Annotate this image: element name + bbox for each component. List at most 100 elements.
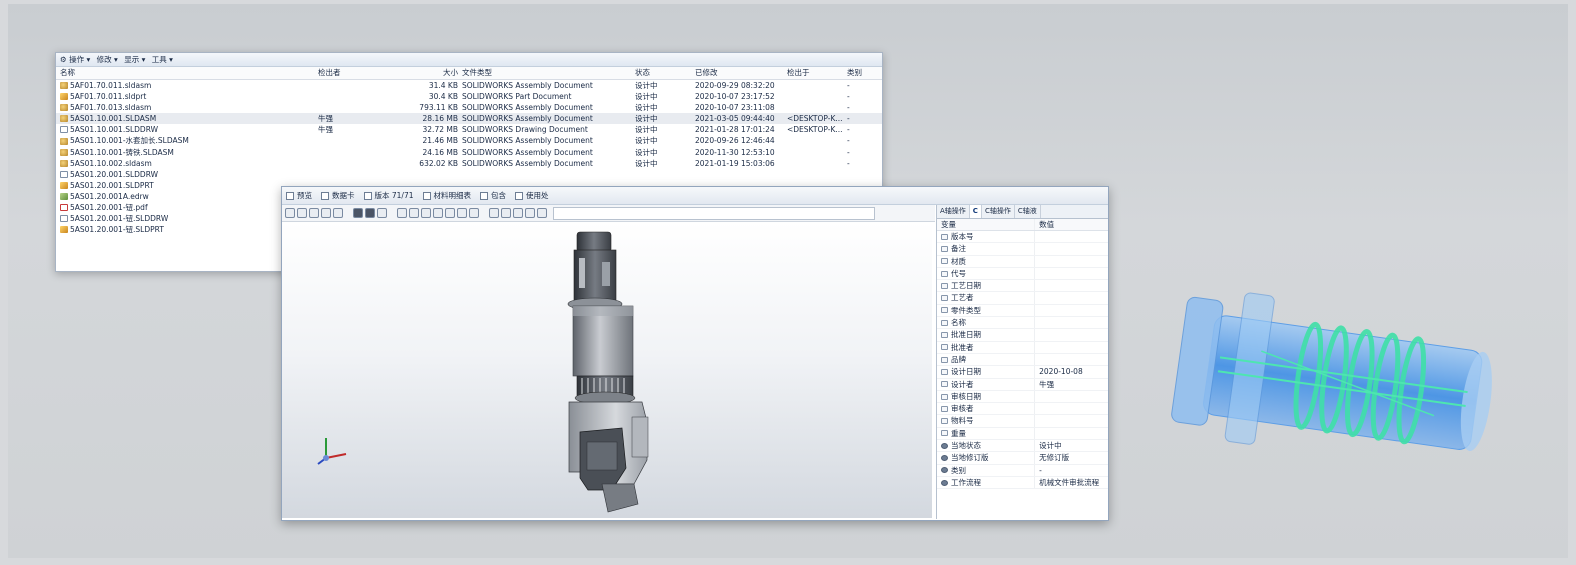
file-checked-out-to	[787, 147, 847, 158]
pen-icon[interactable]	[537, 208, 547, 218]
property-row[interactable]: 工艺者	[937, 292, 1108, 305]
file-row[interactable]: 5AS01.10.001-水套加长.SLDASM 21.46 MB SOLIDWOR…	[56, 135, 882, 146]
view-back-icon[interactable]	[409, 208, 419, 218]
file-row[interactable]: 5AS01.10.001-铸铁.SLDASM 24.16 MB SOLIDWORKS…	[56, 147, 882, 158]
file-category: -	[847, 136, 850, 146]
markup-icon[interactable]	[525, 208, 535, 218]
column-checked-out-by[interactable]: 检出者	[318, 67, 382, 79]
property-row[interactable]: 设计日期 2020-10-08	[937, 366, 1108, 379]
configuration-dropdown[interactable]	[553, 206, 875, 220]
property-value[interactable]	[1035, 292, 1108, 303]
file-row[interactable]: 5AS01.10.002.sldasm 632.02 KB SOLIDWORKS A…	[56, 158, 882, 169]
tab-c[interactable]: C	[969, 205, 982, 218]
property-value[interactable]: -	[1035, 465, 1108, 476]
property-value[interactable]	[1035, 342, 1108, 353]
tab-bom[interactable]: 材料明细表	[422, 190, 471, 201]
property-value[interactable]	[1035, 403, 1108, 414]
property-value[interactable]	[1035, 329, 1108, 340]
view-front-icon[interactable]	[397, 208, 407, 218]
property-row[interactable]: 审核者	[937, 403, 1108, 416]
view-iso-icon[interactable]	[469, 208, 479, 218]
property-value[interactable]	[1035, 317, 1108, 328]
file-row[interactable]: 5AS01.20.001.SLDDRW	[56, 169, 882, 180]
zoom-fit-icon[interactable]	[285, 208, 295, 218]
column-size[interactable]: 大小	[382, 67, 462, 79]
property-row[interactable]: 批准者	[937, 341, 1108, 354]
column-state[interactable]: 状态	[635, 67, 695, 79]
property-value[interactable]	[1035, 280, 1108, 291]
tab-preview[interactable]: 预览	[286, 190, 312, 201]
property-value[interactable]	[1035, 256, 1108, 267]
column-checked-out-to[interactable]: 检出于	[787, 67, 847, 79]
property-row[interactable]: 名称	[937, 317, 1108, 330]
file-checked-out-by: 牛强	[318, 114, 333, 124]
property-row[interactable]: 当地修订版 无修订版	[937, 452, 1108, 465]
property-row[interactable]: 版本号	[937, 231, 1108, 244]
property-value[interactable]	[1035, 391, 1108, 402]
view-left-icon[interactable]	[421, 208, 431, 218]
menu-display[interactable]: 显示 ▾	[124, 55, 145, 64]
property-value[interactable]	[1035, 231, 1108, 242]
menu-operations[interactable]: ⚙ 操作 ▾	[60, 55, 90, 64]
view-bottom-icon[interactable]	[457, 208, 467, 218]
column-category[interactable]: 类别	[847, 67, 877, 79]
property-row[interactable]: 审核日期	[937, 390, 1108, 404]
tab-a-axis[interactable]: A轴操作	[937, 205, 970, 218]
property-row[interactable]: 材质	[937, 255, 1108, 268]
property-value[interactable]: 机械文件审批流程	[1035, 477, 1108, 488]
view-top-icon[interactable]	[445, 208, 455, 218]
tab-contains[interactable]: 包含	[480, 190, 506, 201]
tab-datacard[interactable]: 数据卡	[321, 190, 355, 201]
file-row[interactable]: 5AS01.10.001.SLDASM 牛强 28.16 MB SOLIDWORKS …	[56, 113, 882, 125]
column-name[interactable]: 名称	[56, 67, 318, 79]
tab-c-axis[interactable]: C轴操作	[982, 205, 1015, 218]
property-row[interactable]: 备注	[937, 243, 1108, 256]
property-row[interactable]: 批准日期	[937, 329, 1108, 342]
property-value[interactable]: 设计中	[1035, 440, 1108, 451]
property-row[interactable]: 当地状态 设计中	[937, 440, 1108, 453]
property-value[interactable]: 牛强	[1035, 379, 1108, 390]
property-row[interactable]: 物料号	[937, 415, 1108, 428]
zoom-in-out-icon[interactable]	[309, 208, 319, 218]
property-value[interactable]	[1035, 268, 1108, 279]
explode-icon[interactable]	[513, 208, 523, 218]
property-row[interactable]: 品牌	[937, 353, 1108, 367]
property-row[interactable]: 类别 -	[937, 464, 1108, 477]
rotate-icon[interactable]	[321, 208, 331, 218]
view-right-icon[interactable]	[433, 208, 443, 218]
menu-modify[interactable]: 修改 ▾	[97, 55, 118, 64]
3d-viewport[interactable]	[282, 222, 932, 518]
shaded-icon[interactable]	[353, 208, 363, 218]
property-row[interactable]: 工作流程 机械文件审批流程	[937, 476, 1108, 490]
property-value[interactable]: 2020-10-08	[1035, 366, 1108, 377]
property-value[interactable]	[1035, 243, 1108, 254]
menu-tools[interactable]: 工具 ▾	[152, 55, 173, 64]
tab-version[interactable]: 版本 71/71	[363, 190, 414, 201]
property-value[interactable]: 无修订版	[1035, 452, 1108, 463]
measure-icon[interactable]	[489, 208, 499, 218]
file-row[interactable]: 5AF01.70.011.sldprt 30.4 KB SOLIDWORKS Par…	[56, 91, 882, 102]
property-value[interactable]	[1035, 428, 1108, 439]
zoom-area-icon[interactable]	[297, 208, 307, 218]
property-value[interactable]	[1035, 354, 1108, 365]
column-type[interactable]: 文件类型	[462, 67, 635, 79]
file-row[interactable]: 5AS01.10.001.SLDDRW 牛强 32.72 MB SOLIDWORKS …	[56, 124, 882, 135]
shaded-edges-icon[interactable]	[365, 208, 375, 218]
tab-where-used[interactable]: 使用处	[515, 190, 549, 201]
perspective-icon[interactable]	[377, 208, 387, 218]
column-modified[interactable]: 已修改	[695, 67, 787, 79]
property-row[interactable]: 重量	[937, 427, 1108, 441]
property-value[interactable]	[1035, 305, 1108, 316]
property-row[interactable]: 零件类型	[937, 304, 1108, 318]
property-row[interactable]: 代号	[937, 267, 1108, 281]
viewer-toolbar	[282, 205, 935, 222]
property-row[interactable]: 设计者 牛强	[937, 378, 1108, 391]
file-row[interactable]: 5AF01.70.013.sldasm 793.11 KB SOLIDWORKS A…	[56, 102, 882, 113]
pan-icon[interactable]	[333, 208, 343, 218]
preview-tabbar: 预览 数据卡 版本 71/71 材料明细表 包含 使用处	[282, 187, 1108, 205]
select-icon[interactable]	[501, 208, 511, 218]
property-row[interactable]: 工艺日期	[937, 280, 1108, 293]
tab-c-axis-fluid[interactable]: C轴液	[1015, 205, 1041, 218]
property-value[interactable]	[1035, 415, 1108, 426]
file-row[interactable]: 5AF01.70.011.sldasm 31.4 KB SOLIDWORKS Ass…	[56, 80, 882, 91]
